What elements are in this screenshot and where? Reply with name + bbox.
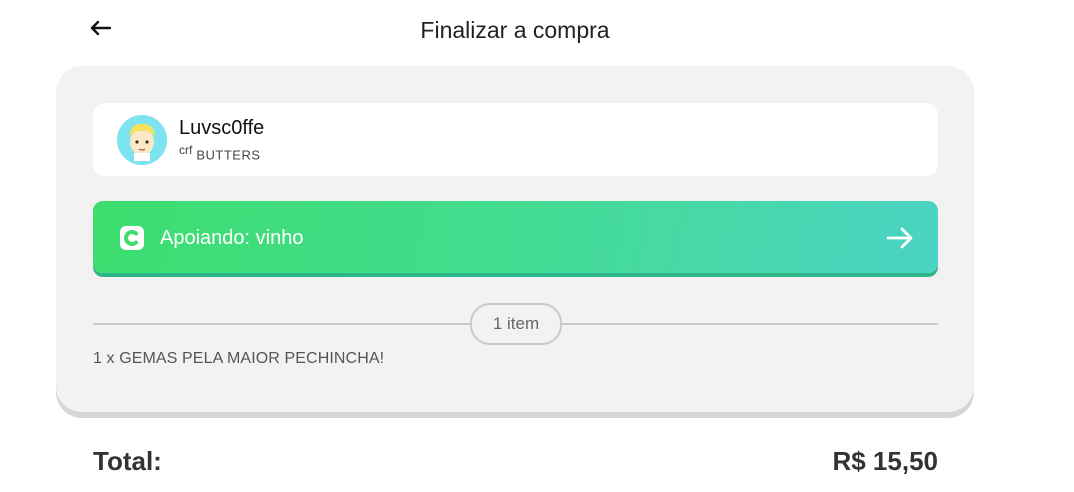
checkout-card: Luvsc0ffe crf BUTTERS Apoiando: vinho 1 i… — [56, 66, 974, 412]
creator-username: Luvsc0ffe — [179, 117, 265, 139]
avatar — [117, 115, 167, 165]
support-label: Apoiando: vinho — [160, 227, 304, 249]
support-button[interactable]: Apoiando: vinho — [93, 201, 938, 273]
creator-display-name: BUTTERS — [196, 147, 261, 163]
order-item-line: 1 x GEMAS PELA MAIOR PECHINCHA! — [93, 350, 385, 367]
item-count-badge: 1 item — [470, 303, 562, 345]
header: Finalizar a compra — [0, 0, 1074, 60]
arrow-right-icon — [886, 227, 913, 249]
creator-profile-card[interactable]: Luvsc0ffe crf BUTTERS — [93, 103, 938, 176]
total-label: Total: — [93, 446, 162, 476]
creator-prefix: crf — [179, 143, 193, 157]
creator-subtitle: crf BUTTERS — [179, 143, 261, 162]
total-value: R$ 15,50 — [832, 446, 938, 476]
page-title: Finalizar a compra — [420, 17, 610, 43]
ko-fi-c-logo-icon — [120, 226, 144, 250]
